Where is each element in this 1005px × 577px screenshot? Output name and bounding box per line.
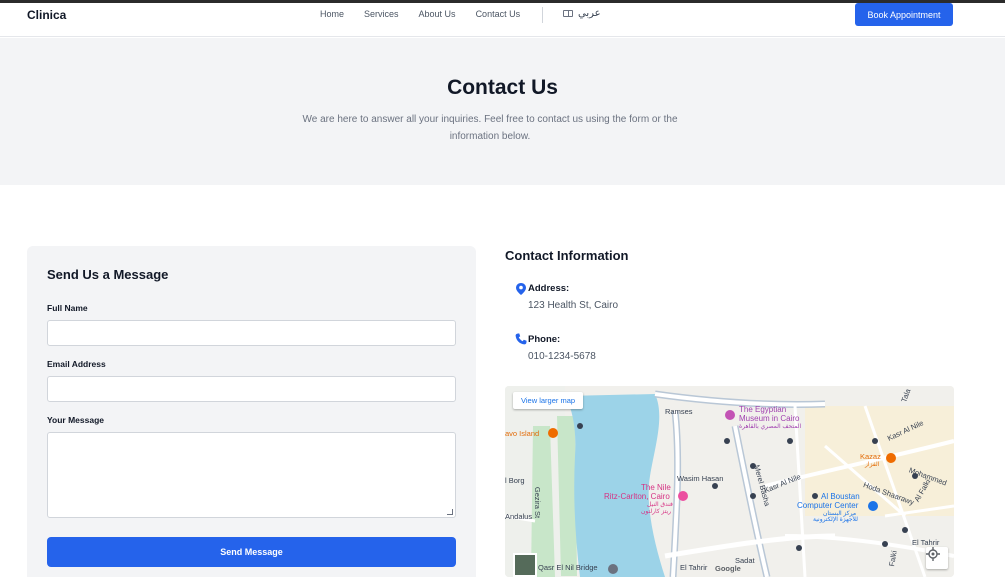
message-textarea[interactable]: [47, 432, 456, 518]
email-label: Email Address: [47, 359, 106, 369]
phone-label: Phone:: [528, 334, 561, 345]
nav-services[interactable]: Services: [364, 9, 399, 19]
phone-icon: [515, 333, 527, 345]
map-label: Wasim Hasan: [677, 474, 724, 483]
map-label: الفزاز: [865, 462, 880, 468]
hero-section: Contact Us We are here to answer all you…: [0, 38, 1005, 185]
view-larger-map-link[interactable]: View larger map: [513, 392, 584, 409]
nav-about-us[interactable]: About Us: [419, 9, 456, 19]
book-appointment-button[interactable]: Book Appointment: [855, 3, 953, 26]
map-label: Al Boustan: [821, 492, 860, 501]
address-label: Address:: [528, 283, 570, 294]
map-label: Museum in Cairo: [739, 414, 800, 423]
language-icon: [563, 10, 573, 17]
map-label: El Tahrir: [680, 563, 708, 572]
map-label: El Tahrir: [912, 538, 940, 547]
site-header: Clinica Home Services About Us Contact U…: [0, 3, 1005, 37]
full-name-input[interactable]: [47, 320, 456, 346]
map-label: Gezira St: [533, 486, 543, 519]
language-switch[interactable]: عربي: [563, 8, 601, 19]
nav-contact-us[interactable]: Contact Us: [476, 9, 521, 19]
main-nav: Home Services About Us Contact Us: [320, 9, 540, 19]
map-label: فندق النيل: [647, 502, 673, 508]
brand-logo[interactable]: Clinica: [27, 8, 66, 22]
page-title: Contact Us: [447, 76, 558, 99]
email-input[interactable]: [47, 376, 456, 402]
map-label: The Egyptian: [739, 405, 787, 414]
send-message-button[interactable]: Send Message: [47, 537, 456, 567]
page-subtitle: We are here to answer all your inquiries…: [302, 114, 678, 142]
contact-form-card: Send Us a Message Full Name Email Addres…: [27, 246, 476, 577]
map-label: Qasr El Nil Bridge: [538, 563, 598, 572]
map-label: The Nile: [641, 483, 671, 492]
map-canvas[interactable]: [505, 386, 954, 577]
map-label: Ritz-Carlton, Cairo: [604, 492, 670, 501]
map-label: ريتز كارلتون: [641, 509, 672, 515]
map-label: Kazaz: [860, 452, 881, 461]
nav-home[interactable]: Home: [320, 9, 344, 19]
locate-me-button[interactable]: [926, 547, 948, 569]
street-view-thumbnail[interactable]: [513, 553, 537, 577]
map-label: l Borg: [505, 476, 525, 485]
address-value: 123 Health St, Cairo: [528, 300, 619, 311]
google-logo: Google: [715, 564, 741, 573]
form-title: Send Us a Message: [47, 267, 169, 282]
contact-info-title: Contact Information: [505, 248, 629, 263]
embedded-map[interactable]: View larger map Ramses The Egyptian Muse…: [505, 386, 954, 577]
crosshair-icon: [926, 547, 940, 561]
message-label: Your Message: [47, 415, 105, 425]
map-pin-icon: [516, 283, 526, 295]
map-label: Ramses: [665, 407, 693, 416]
phone-value: 010-1234-5678: [528, 351, 596, 362]
map-label: Computer Center: [797, 501, 859, 510]
nav-divider: [542, 7, 543, 23]
resize-handle-icon[interactable]: [447, 509, 453, 515]
map-label: المتحف المصري بالقاهرة: [739, 424, 802, 430]
full-name-label: Full Name: [47, 303, 88, 313]
map-label: Andalus: [505, 512, 533, 521]
language-label: عربي: [578, 8, 601, 19]
map-label: avo Island: [505, 429, 540, 438]
map-label: للأجهزة الإلكترونية: [813, 517, 858, 523]
